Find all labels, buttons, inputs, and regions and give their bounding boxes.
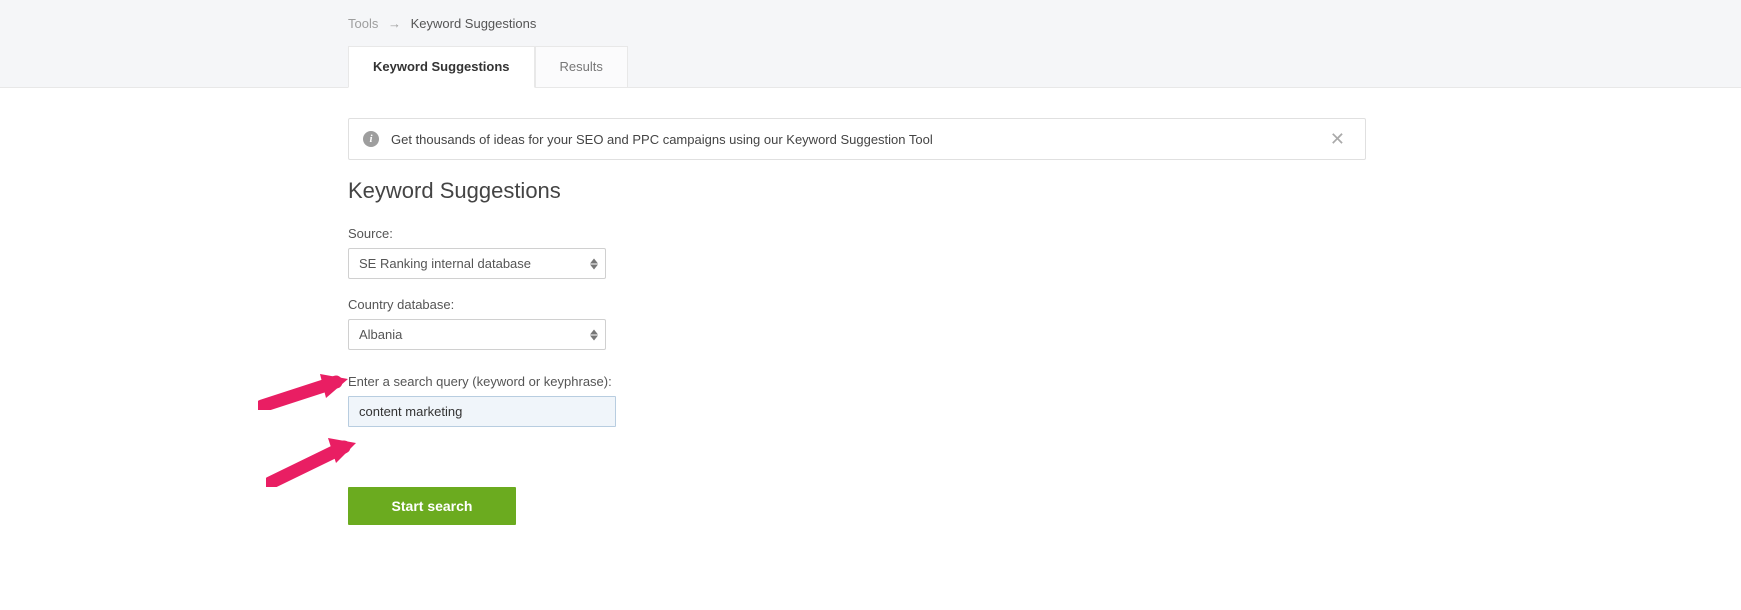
source-row: Source: SE Ranking internal database xyxy=(348,226,1366,279)
arrow-right-icon: → xyxy=(388,16,401,31)
query-label: Enter a search query (keyword or keyphra… xyxy=(348,374,1366,389)
tab-keyword-suggestions[interactable]: Keyword Suggestions xyxy=(348,46,535,88)
start-search-button[interactable]: Start search xyxy=(348,487,516,525)
breadcrumb: Tools → Keyword Suggestions xyxy=(348,0,1366,45)
main-content: i Get thousands of ideas for your SEO an… xyxy=(348,88,1366,525)
query-row: Enter a search query (keyword or keyphra… xyxy=(348,374,1366,427)
top-header: Tools → Keyword Suggestions Keyword Sugg… xyxy=(0,0,1741,88)
country-label: Country database: xyxy=(348,297,1366,312)
breadcrumb-current: Keyword Suggestions xyxy=(411,16,537,31)
page-title: Keyword Suggestions xyxy=(348,178,1366,204)
annotation-arrow-icon xyxy=(266,431,358,492)
submit-row: Start search xyxy=(348,445,1366,525)
breadcrumb-root[interactable]: Tools xyxy=(348,16,378,31)
annotation-arrow-icon xyxy=(258,368,350,415)
source-select-value: SE Ranking internal database xyxy=(348,248,606,279)
info-icon: i xyxy=(363,131,379,147)
info-banner-text: Get thousands of ideas for your SEO and … xyxy=(391,132,933,147)
search-query-input[interactable] xyxy=(348,396,616,427)
info-banner: i Get thousands of ideas for your SEO an… xyxy=(348,118,1366,160)
source-label: Source: xyxy=(348,226,1366,241)
tabs: Keyword Suggestions Results xyxy=(348,45,1366,87)
country-select[interactable]: Albania xyxy=(348,319,606,350)
tab-results[interactable]: Results xyxy=(535,46,628,88)
country-select-value: Albania xyxy=(348,319,606,350)
close-icon[interactable]: ✕ xyxy=(1324,130,1351,148)
country-row: Country database: Albania xyxy=(348,297,1366,350)
source-select[interactable]: SE Ranking internal database xyxy=(348,248,606,279)
